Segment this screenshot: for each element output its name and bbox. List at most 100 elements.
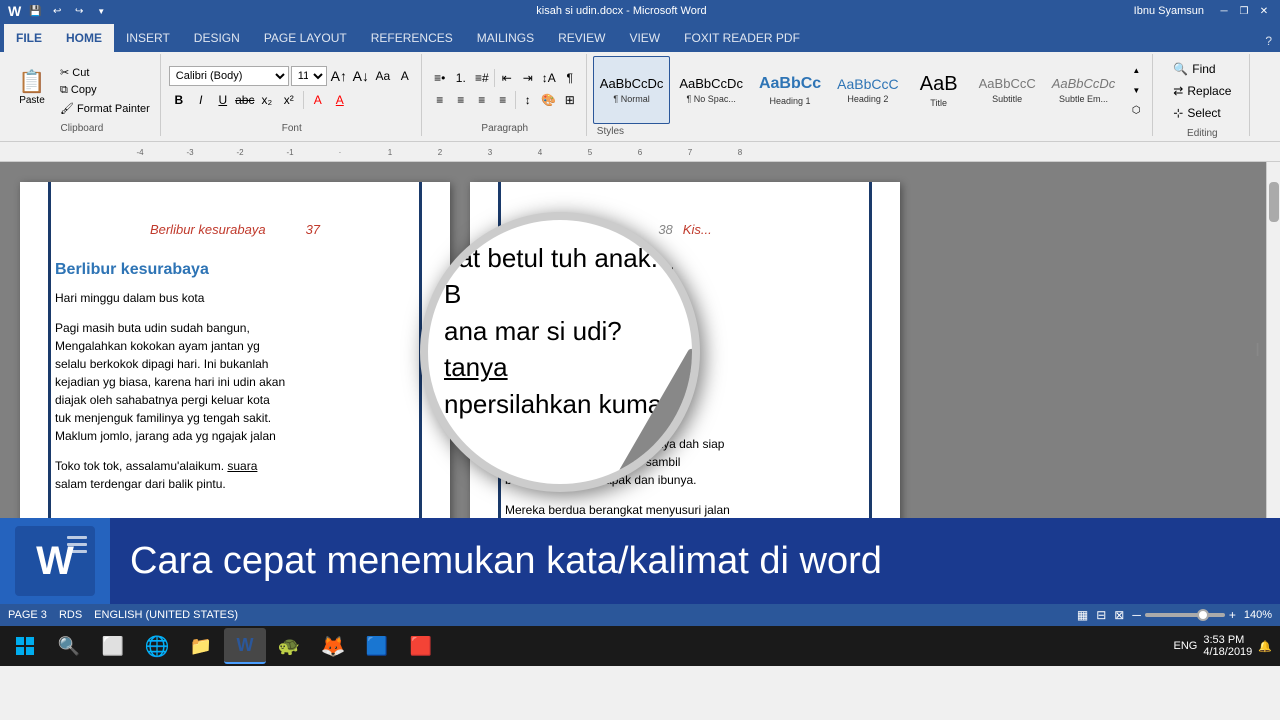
page-left-title: Berlibur kesurabaya: [150, 222, 266, 237]
v-scrollbar-thumb[interactable]: [1269, 182, 1279, 222]
tab-design[interactable]: DESIGN: [182, 24, 252, 52]
style-heading2[interactable]: AaBbCcC Heading 2: [830, 56, 905, 124]
v-scrollbar[interactable]: [1266, 162, 1280, 518]
tab-review[interactable]: REVIEW: [546, 24, 617, 52]
app-taskbar-1[interactable]: 🐢: [268, 628, 310, 664]
shading-button[interactable]: 🎨: [539, 90, 559, 110]
style-title[interactable]: AaB Title: [908, 56, 970, 124]
title-bar: W 💾 ↩ ↪ ▼ kisah si udin.docx - Microsoft…: [0, 0, 1280, 22]
strikethrough-button[interactable]: abc: [235, 90, 255, 110]
superscript-button[interactable]: x²: [279, 90, 299, 110]
font-size-select[interactable]: 11: [291, 66, 327, 86]
zoom-in-icon[interactable]: +: [1229, 608, 1236, 622]
word-taskbar-button[interactable]: W: [224, 628, 266, 664]
tab-mailings[interactable]: MAILINGS: [465, 24, 546, 52]
style-heading2-label: Heading 2: [847, 94, 888, 104]
increase-indent-button[interactable]: ⇥: [518, 68, 538, 88]
font-label: Font: [282, 123, 302, 134]
window-title: kisah si udin.docx - Microsoft Word: [536, 5, 706, 17]
tab-insert[interactable]: INSERT: [114, 24, 182, 52]
help-icon[interactable]: ?: [1257, 30, 1280, 52]
layout-icon2[interactable]: ⊟: [1096, 608, 1106, 622]
font-format-row: B I U abc x₂ x² A A: [169, 90, 415, 110]
style-heading2-preview: AaBbCcC: [837, 76, 898, 93]
minimize-button[interactable]: ─: [1216, 3, 1232, 19]
zoom-track[interactable]: [1145, 613, 1225, 617]
underline-button[interactable]: U: [213, 90, 233, 110]
paste-button[interactable]: 📋 Paste: [10, 61, 54, 117]
align-left-button[interactable]: ≡: [430, 90, 450, 110]
start-button[interactable]: [4, 628, 46, 664]
close-button[interactable]: ✕: [1256, 3, 1272, 19]
align-center-button[interactable]: ≡: [451, 90, 471, 110]
app-taskbar-2[interactable]: 🟦: [356, 628, 398, 664]
restore-button[interactable]: ❐: [1236, 3, 1252, 19]
style-no-spacing[interactable]: AaBbCcDc ¶ No Spac...: [672, 56, 750, 124]
text-effects-icon[interactable]: A: [395, 66, 415, 86]
layout-icon1[interactable]: ▦: [1077, 608, 1088, 622]
style-heading1[interactable]: AaBbCc Heading 1: [752, 56, 828, 124]
bullets-button[interactable]: ≡•: [430, 68, 450, 88]
style-normal[interactable]: AaBbCcDc ¶ Normal: [593, 56, 671, 124]
save-qa-icon[interactable]: 💾: [27, 3, 43, 19]
styles-expand[interactable]: ⬡: [1126, 100, 1146, 120]
search-button[interactable]: 🔍: [48, 628, 90, 664]
svg-text:2: 2: [438, 148, 443, 157]
bold-button[interactable]: B: [169, 90, 189, 110]
explorer-button[interactable]: 📁: [180, 628, 222, 664]
zoom-thumb[interactable]: [1197, 609, 1209, 621]
task-view-button[interactable]: ⬜: [92, 628, 134, 664]
tab-home[interactable]: HOME: [54, 24, 114, 52]
copy-button[interactable]: ⧉ Copy: [56, 82, 154, 99]
customize-qa-icon[interactable]: ▼: [93, 3, 109, 19]
app-taskbar-3[interactable]: 🟥: [400, 628, 442, 664]
format-painter-button[interactable]: 🖌 Format Painter: [56, 100, 154, 117]
firefox-button[interactable]: 🦊: [312, 628, 354, 664]
highlight-color-button[interactable]: A: [308, 90, 328, 110]
magnifier-line1: gat betul tuh anak. B: [444, 240, 676, 313]
subscript-button[interactable]: x₂: [257, 90, 277, 110]
decrease-indent-button[interactable]: ⇤: [497, 68, 517, 88]
styles-scroll-up[interactable]: ▲: [1126, 60, 1146, 80]
justify-button[interactable]: ≡: [493, 90, 513, 110]
find-button[interactable]: 🔍 Find: [1167, 60, 1237, 78]
redo-qa-icon[interactable]: ↪: [71, 3, 87, 19]
undo-qa-icon[interactable]: ↩: [49, 3, 65, 19]
zoom-slider[interactable]: ─ +: [1132, 608, 1236, 622]
tab-page-layout[interactable]: PAGE LAYOUT: [252, 24, 359, 52]
style-heading1-preview: AaBbCc: [759, 74, 821, 93]
taskbar-notification[interactable]: 🔔: [1258, 640, 1272, 653]
taskbar-right: ENG 3:53 PM4/18/2019 🔔: [1174, 634, 1276, 658]
cut-button[interactable]: ✂ Cut: [56, 64, 154, 81]
numbering-button[interactable]: 1.: [451, 68, 471, 88]
multilevel-list-button[interactable]: ≡#: [472, 68, 492, 88]
grow-font-icon[interactable]: A↑: [329, 66, 349, 86]
style-subtle-em[interactable]: AaBbCcDc Subtle Em...: [1045, 56, 1123, 124]
borders-button[interactable]: ⊞: [560, 90, 580, 110]
layout-icon3[interactable]: ⊠: [1114, 608, 1124, 622]
font-name-select[interactable]: Calibri (Body): [169, 66, 289, 86]
replace-button[interactable]: ⇄ Replace: [1167, 82, 1237, 100]
tab-foxit[interactable]: FOXIT READER PDF: [672, 24, 812, 52]
align-right-button[interactable]: ≡: [472, 90, 492, 110]
font-color-button[interactable]: A: [330, 90, 350, 110]
zoom-out-icon[interactable]: ─: [1132, 608, 1141, 622]
sort-button[interactable]: ↕A: [539, 68, 559, 88]
italic-button[interactable]: I: [191, 90, 211, 110]
style-subtitle[interactable]: AaBbCcC Subtitle: [972, 56, 1043, 124]
edge-button[interactable]: 🌐: [136, 628, 178, 664]
tab-view[interactable]: VIEW: [617, 24, 672, 52]
taskbar-lang[interactable]: ENG: [1174, 640, 1198, 652]
show-hide-button[interactable]: ¶: [560, 68, 580, 88]
title-bar-right: Ibnu Syamsun ─ ❐ ✕: [1134, 3, 1272, 19]
shrink-font-icon[interactable]: A↓: [351, 66, 371, 86]
tab-references[interactable]: REFERENCES: [359, 24, 465, 52]
line-spacing-button[interactable]: ↕: [518, 90, 538, 110]
styles-scroll-down[interactable]: ▼: [1126, 80, 1146, 100]
styles-group: AaBbCcDc ¶ Normal AaBbCcDc ¶ No Spac... …: [589, 54, 1154, 136]
text-cursor: I: [1255, 340, 1260, 361]
clear-format-icon[interactable]: Aa: [373, 66, 393, 86]
underline-suara: suara: [227, 459, 257, 473]
select-button[interactable]: ⊹ Select: [1167, 104, 1237, 122]
tab-file[interactable]: FILE: [4, 24, 54, 52]
